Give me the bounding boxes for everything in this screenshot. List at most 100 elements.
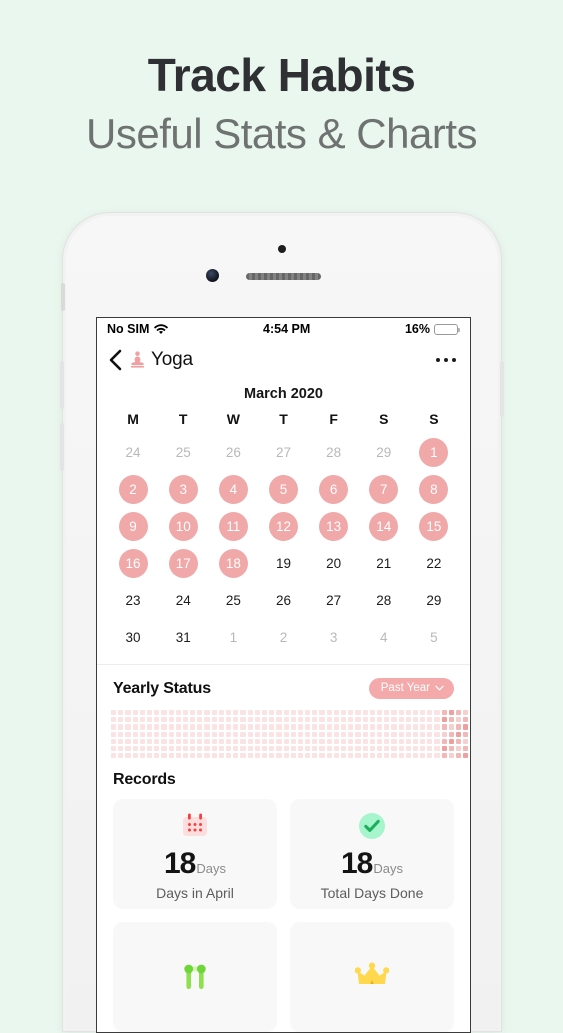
calendar-day-cell[interactable]: 26 xyxy=(258,582,308,619)
calendar-day-cell[interactable]: 23 xyxy=(108,582,158,619)
calendar-day-done[interactable]: 16 xyxy=(118,549,148,578)
calendar-day-cell[interactable]: 1 xyxy=(208,619,258,656)
calendar-day-cell[interactable]: 25 xyxy=(158,434,208,471)
calendar-day-done[interactable]: 1 xyxy=(419,438,449,467)
calendar-day-done[interactable]: 5 xyxy=(268,475,298,504)
yearly-heatmap[interactable] xyxy=(97,707,470,759)
calendar-day-done[interactable]: 3 xyxy=(168,475,198,504)
calendar-day-cell[interactable]: 27 xyxy=(309,582,359,619)
calendar-day-done[interactable]: 11 xyxy=(218,512,248,541)
calendar-day-normal[interactable]: 31 xyxy=(169,623,198,652)
calendar-day-muted[interactable]: 25 xyxy=(169,438,198,467)
calendar-day-muted[interactable]: 29 xyxy=(369,438,398,467)
calendar-day-done[interactable]: 2 xyxy=(118,475,148,504)
calendar-day-normal[interactable]: 29 xyxy=(419,586,448,615)
calendar-day-cell[interactable]: 19 xyxy=(258,545,308,582)
record-card-total-days-done[interactable]: 18 Days Total Days Done xyxy=(290,799,454,910)
calendar-day-done[interactable]: 15 xyxy=(419,512,449,541)
calendar-day-done[interactable]: 7 xyxy=(369,475,399,504)
calendar-day-muted[interactable]: 4 xyxy=(369,623,398,652)
volume-up-button[interactable] xyxy=(60,361,64,409)
calendar-day-done[interactable]: 18 xyxy=(218,549,248,578)
calendar-day-done[interactable]: 6 xyxy=(319,475,349,504)
mute-switch-button[interactable] xyxy=(61,283,65,311)
calendar-day-muted[interactable]: 5 xyxy=(419,623,448,652)
calendar-day-cell[interactable]: 5 xyxy=(409,619,459,656)
calendar-day-normal[interactable]: 28 xyxy=(369,586,398,615)
record-card-best-streak[interactable] xyxy=(290,922,454,1032)
calendar-day-cell[interactable]: 2 xyxy=(258,619,308,656)
calendar-day-done[interactable]: 14 xyxy=(369,512,399,541)
calendar-day-cell[interactable]: 31 xyxy=(158,619,208,656)
calendar-day-normal[interactable]: 19 xyxy=(269,549,298,578)
calendar-day-cell[interactable]: 28 xyxy=(359,582,409,619)
calendar-day-cell[interactable]: 1 xyxy=(409,434,459,471)
heatmap-cell xyxy=(118,731,124,737)
calendar-day-normal[interactable]: 27 xyxy=(319,586,348,615)
heatmap-cell xyxy=(391,717,397,723)
calendar-day-cell[interactable]: 11 xyxy=(208,508,258,545)
calendar-day-cell[interactable]: 8 xyxy=(409,471,459,508)
calendar-day-cell[interactable]: 7 xyxy=(359,471,409,508)
calendar-day-cell[interactable]: 9 xyxy=(108,508,158,545)
record-card-days-in-april[interactable]: 18 Days Days in April xyxy=(113,799,277,910)
calendar-day-muted[interactable]: 2 xyxy=(269,623,298,652)
calendar-day-cell[interactable]: 5 xyxy=(258,471,308,508)
calendar-day-normal[interactable]: 26 xyxy=(269,586,298,615)
calendar-day-cell[interactable]: 3 xyxy=(158,471,208,508)
calendar-day-cell[interactable]: 28 xyxy=(309,434,359,471)
calendar-day-cell[interactable]: 22 xyxy=(409,545,459,582)
calendar-day-done[interactable]: 8 xyxy=(419,475,449,504)
calendar-day-cell[interactable]: 6 xyxy=(309,471,359,508)
calendar-day-cell[interactable]: 24 xyxy=(108,434,158,471)
calendar-day-muted[interactable]: 28 xyxy=(319,438,348,467)
calendar-day-cell[interactable]: 18 xyxy=(208,545,258,582)
calendar-day-normal[interactable]: 21 xyxy=(369,549,398,578)
calendar-day-cell[interactable]: 13 xyxy=(309,508,359,545)
calendar-day-normal[interactable]: 30 xyxy=(119,623,148,652)
record-card-streak[interactable] xyxy=(113,922,277,1032)
calendar-day-muted[interactable]: 26 xyxy=(219,438,248,467)
calendar-day-done[interactable]: 10 xyxy=(168,512,198,541)
calendar-day-cell[interactable]: 4 xyxy=(208,471,258,508)
calendar-day-cell[interactable]: 25 xyxy=(208,582,258,619)
calendar-day-cell[interactable]: 24 xyxy=(158,582,208,619)
calendar-day-cell[interactable]: 20 xyxy=(309,545,359,582)
calendar-day-muted[interactable]: 27 xyxy=(269,438,298,467)
calendar-day-done[interactable]: 17 xyxy=(168,549,198,578)
chevron-left-icon[interactable] xyxy=(107,349,123,371)
calendar-day-normal[interactable]: 22 xyxy=(419,549,448,578)
calendar-day-cell[interactable]: 17 xyxy=(158,545,208,582)
heatmap-cell xyxy=(132,717,138,723)
more-options-icon[interactable] xyxy=(435,357,456,363)
calendar-day-cell[interactable]: 29 xyxy=(409,582,459,619)
calendar-day-done[interactable]: 9 xyxy=(118,512,148,541)
calendar-day-muted[interactable]: 24 xyxy=(119,438,148,467)
calendar-day-normal[interactable]: 23 xyxy=(119,586,148,615)
calendar-day-cell[interactable]: 30 xyxy=(108,619,158,656)
calendar-day-cell[interactable]: 14 xyxy=(359,508,409,545)
calendar-day-normal[interactable]: 24 xyxy=(169,586,198,615)
calendar-day-cell[interactable]: 12 xyxy=(258,508,308,545)
calendar-day-muted[interactable]: 1 xyxy=(219,623,248,652)
calendar-day-normal[interactable]: 25 xyxy=(219,586,248,615)
calendar-day-cell[interactable]: 4 xyxy=(359,619,409,656)
power-button[interactable] xyxy=(500,361,504,417)
calendar-day-done[interactable]: 13 xyxy=(319,512,349,541)
calendar-day-cell[interactable]: 15 xyxy=(409,508,459,545)
calendar-day-cell[interactable]: 27 xyxy=(258,434,308,471)
calendar-day-cell[interactable]: 2 xyxy=(108,471,158,508)
calendar-day-cell[interactable]: 29 xyxy=(359,434,409,471)
calendar-day-done[interactable]: 12 xyxy=(268,512,298,541)
heatmap-cell xyxy=(226,745,232,752)
calendar-day-cell[interactable]: 21 xyxy=(359,545,409,582)
calendar-day-normal[interactable]: 20 xyxy=(319,549,348,578)
calendar-day-cell[interactable]: 16 xyxy=(108,545,158,582)
calendar-day-muted[interactable]: 3 xyxy=(319,623,348,652)
calendar-day-cell[interactable]: 10 xyxy=(158,508,208,545)
calendar-day-done[interactable]: 4 xyxy=(218,475,248,504)
calendar-day-cell[interactable]: 26 xyxy=(208,434,258,471)
past-year-selector[interactable]: Past Year xyxy=(368,678,454,699)
volume-down-button[interactable] xyxy=(60,423,64,471)
calendar-day-cell[interactable]: 3 xyxy=(309,619,359,656)
